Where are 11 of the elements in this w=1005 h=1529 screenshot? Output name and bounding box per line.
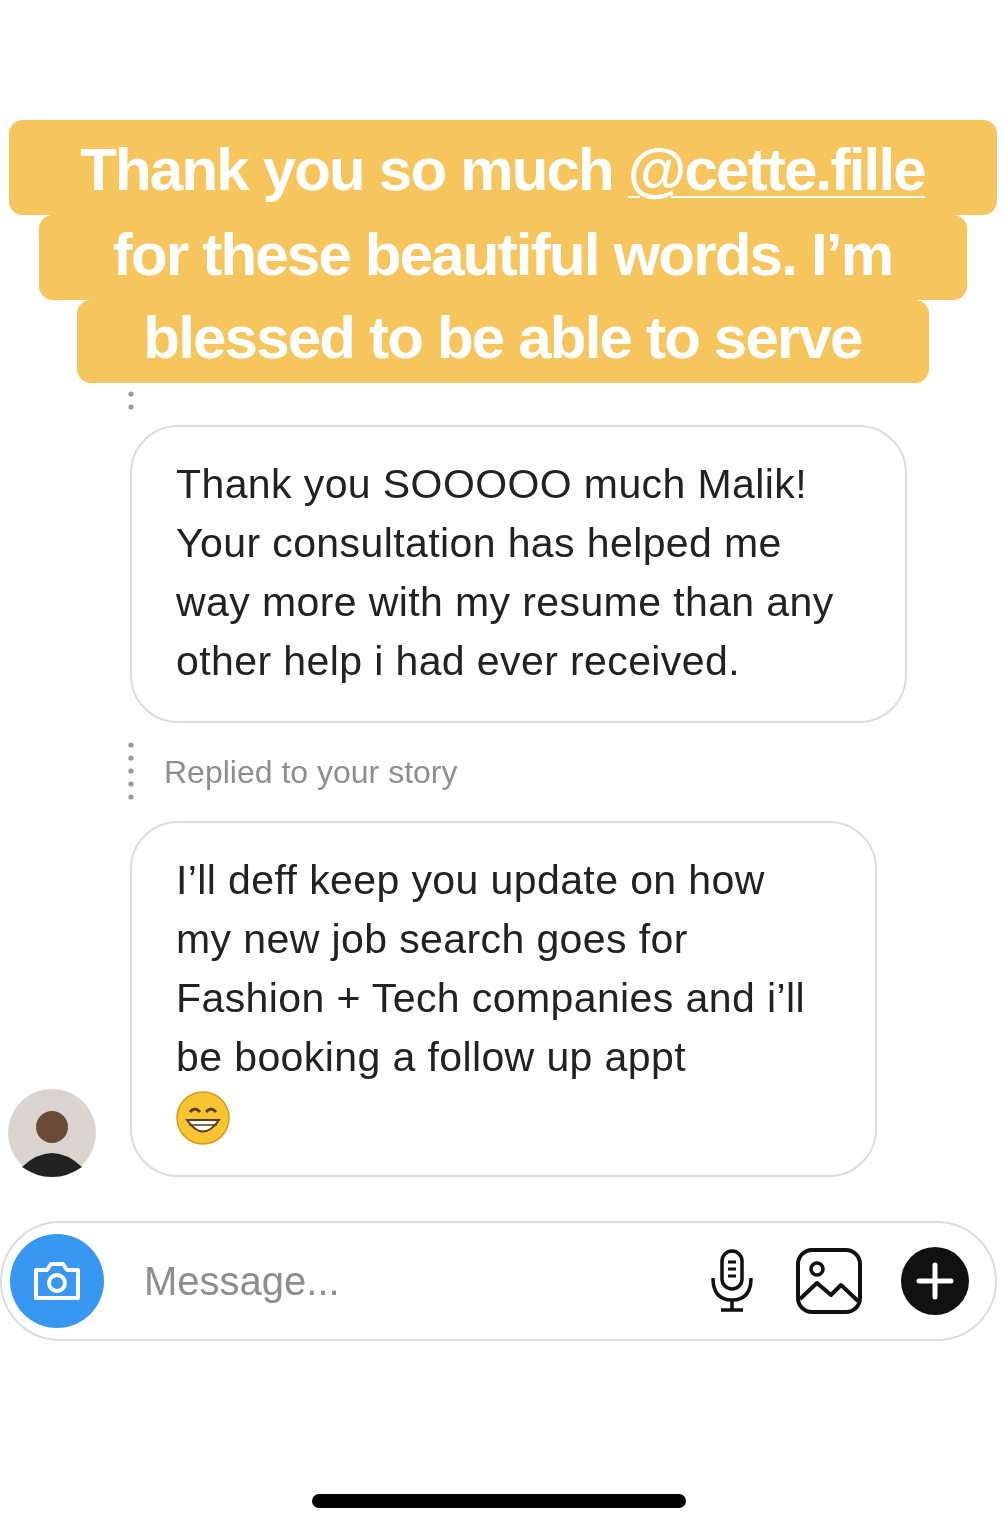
reply-label: Replied to your story	[164, 753, 458, 791]
message-text: I’ll deff keep you update on how my new job search goes for Fashion + Tech companies and i’ll be booking a follow up appt	[176, 856, 806, 1082]
message-text: Thank you SOOOOO much Malik! Your consultation has helped me way more with my resume than any other help i had ever received.	[176, 460, 835, 686]
camera-button[interactable]	[10, 1234, 104, 1328]
message-field[interactable]: Message...	[142, 1257, 669, 1305]
camera-icon	[32, 1260, 82, 1302]
image-icon[interactable]	[795, 1247, 863, 1315]
plus-icon[interactable]	[901, 1247, 969, 1315]
grin-emoji-icon	[176, 1091, 230, 1145]
reply-line	[128, 742, 134, 802]
avatar-icon	[8, 1089, 96, 1177]
